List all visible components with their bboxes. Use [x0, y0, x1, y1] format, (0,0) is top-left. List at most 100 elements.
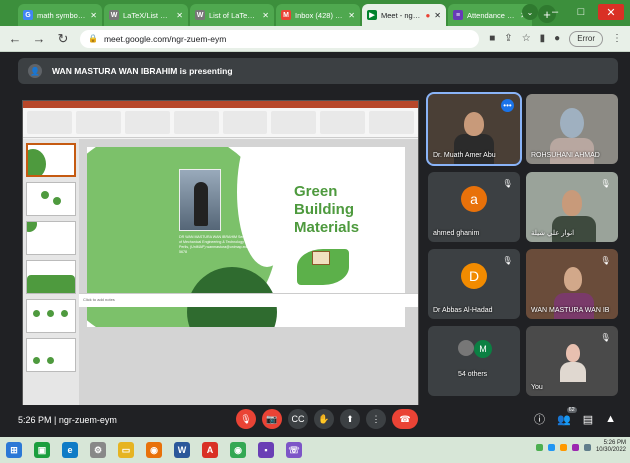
- close-tab-icon[interactable]: ✕: [348, 11, 355, 20]
- edge-icon[interactable]: e: [62, 442, 78, 458]
- app-icon[interactable]: ▪: [258, 442, 274, 458]
- tray-icon[interactable]: [571, 443, 579, 451]
- forms-icon: ≡: [453, 10, 463, 20]
- reload-icon[interactable]: ↻: [56, 31, 70, 47]
- profile-icon[interactable]: ●: [554, 33, 560, 44]
- chrome-alt-icon[interactable]: ◉: [230, 442, 246, 458]
- file-explorer-icon[interactable]: ▭: [118, 442, 134, 458]
- tray-icon[interactable]: [547, 443, 555, 451]
- tab-title: List of LaTeX mathemati: [209, 10, 258, 20]
- powerpoint-titlebar: [23, 101, 418, 108]
- address-bar-row: ← → ↻ 🔒 meet.google.com/ngr-zuem-eym ■ ⇪…: [0, 26, 630, 52]
- tab-title: Inbox (428) - alssuhar: [295, 10, 344, 20]
- activities-icon[interactable]: ▲: [605, 413, 616, 425]
- tab-title: Meet - ngr-zuem-: [381, 10, 422, 20]
- slide-canvas: DR WAN MASTURA WAN IBRAHIM Senior Lectur…: [79, 139, 418, 408]
- presenter-avatar-icon: 👤: [28, 64, 42, 78]
- browser-tab[interactable]: W LaTeX/List Structures ✕: [104, 4, 188, 26]
- slide-thumbnail[interactable]: [26, 260, 76, 294]
- chat-icon[interactable]: ▤: [583, 413, 593, 426]
- participant-name: ahmed ghanim: [433, 230, 480, 237]
- slide-thumbnail[interactable]: [26, 143, 76, 177]
- participant-tile[interactable]: D 🎙 Dr Abbas Al-Hadad: [428, 249, 520, 319]
- info-icon[interactable]: ⓘ: [534, 411, 545, 427]
- taskbar-clock[interactable]: 5:26 PM 10/30/2022: [596, 440, 626, 454]
- slide-thumbnail[interactable]: [26, 299, 76, 333]
- volume-icon[interactable]: [583, 443, 591, 451]
- slide-caption: DR WAN MASTURA WAN IBRAHIM Senior Lectur…: [179, 235, 276, 254]
- presenting-text: WAN MASTURA WAN IBRAHIM is presenting: [52, 66, 233, 76]
- slide-thumbnail[interactable]: [26, 182, 76, 216]
- back-arrow-icon[interactable]: ←: [8, 31, 22, 46]
- settings-icon[interactable]: ⚙: [90, 442, 106, 458]
- minimize-icon[interactable]: –: [546, 4, 564, 20]
- captions-button[interactable]: CC: [288, 409, 308, 429]
- meet-icon: ▶: [367, 10, 377, 20]
- browser-tab-active[interactable]: ▶ Meet - ngr-zuem- ● ✕: [362, 4, 446, 26]
- wikipedia-icon: W: [195, 10, 205, 20]
- browser-tab[interactable]: M Inbox (428) - alssuhar ✕: [276, 4, 360, 26]
- leave-call-button[interactable]: ☎: [392, 409, 418, 429]
- camera-icon[interactable]: ■: [489, 33, 495, 44]
- meet-stage: 👤 WAN MASTURA WAN IBRAHIM is presenting: [0, 52, 630, 437]
- slide-thumbnails: [23, 139, 79, 408]
- close-tab-icon[interactable]: ✕: [90, 11, 97, 20]
- tray-icon[interactable]: [559, 443, 567, 451]
- close-tab-icon[interactable]: ✕: [176, 11, 183, 20]
- tray-icon[interactable]: [535, 443, 543, 451]
- star-icon[interactable]: ☆: [522, 33, 531, 44]
- mic-toggle-button[interactable]: 🎙: [236, 409, 256, 429]
- error-button[interactable]: Error: [569, 30, 603, 47]
- close-window-icon[interactable]: ✕: [598, 4, 624, 20]
- participant-tile[interactable]: ROHSUHANI AHMAD: [526, 94, 618, 164]
- chrome-icon[interactable]: ◉: [146, 442, 162, 458]
- speaking-indicator-icon: •••: [501, 99, 514, 112]
- word-icon[interactable]: W: [174, 442, 190, 458]
- more-options-button[interactable]: ⋮: [366, 409, 386, 429]
- camera-toggle-button[interactable]: 📷: [262, 409, 282, 429]
- browser-tab[interactable]: ≡ Attendance Form for I ✕: [448, 4, 532, 26]
- window-controls: ⌄ – □ ✕: [522, 4, 624, 20]
- url-field[interactable]: 🔒 meet.google.com/ngr-zuem-eym: [80, 29, 480, 48]
- house-icon: [312, 251, 330, 265]
- participant-tile[interactable]: 🎙 WAN MASTURA WAN IB: [526, 249, 618, 319]
- maximize-icon[interactable]: □: [572, 4, 590, 20]
- menu-icon[interactable]: ⋮: [612, 33, 622, 44]
- present-button[interactable]: ⬆: [340, 409, 360, 429]
- tab-title: Attendance Form for I: [467, 10, 516, 20]
- mic-off-icon: 🎙: [600, 179, 611, 188]
- share-icon[interactable]: ⇪: [504, 33, 512, 44]
- others-count: 54 others: [458, 371, 488, 378]
- acrobat-icon[interactable]: A: [202, 442, 218, 458]
- forward-arrow-icon[interactable]: →: [32, 31, 46, 46]
- windows-start-icon[interactable]: ⊞: [6, 442, 22, 458]
- lock-icon: 🔒: [88, 34, 98, 43]
- others-tile[interactable]: M 54 others: [428, 326, 520, 396]
- participant-name: Dr Abbas Al-Hadad: [433, 307, 493, 314]
- participant-tile[interactable]: a 🎙 ahmed ghanim: [428, 172, 520, 242]
- meeting-code: ngr-zuem-eym: [58, 415, 117, 425]
- close-tab-icon[interactable]: ✕: [434, 11, 441, 20]
- close-tab-icon[interactable]: ✕: [262, 11, 269, 20]
- browser-tab[interactable]: W List of LaTeX mathemati ✕: [190, 4, 274, 26]
- people-count-badge: 62: [566, 406, 577, 413]
- mic-off-icon: 🎙: [502, 256, 513, 265]
- meet-control-bar: 5:26 PM | ngr-zuem-eym 🎙 📷 CC ✋ ⬆ ⋮ ☎ ⓘ …: [0, 405, 630, 437]
- self-tile[interactable]: 🎙 You: [526, 326, 618, 396]
- viber-icon[interactable]: ☏: [286, 442, 302, 458]
- tab-search-icon[interactable]: ⌄: [522, 4, 538, 20]
- store-icon[interactable]: ▣: [34, 442, 50, 458]
- mic-off-icon: 🎙: [600, 256, 611, 265]
- people-icon[interactable]: 👥 62: [557, 406, 577, 426]
- slide-thumbnail[interactable]: [26, 338, 76, 372]
- browser-tab[interactable]: G math symbols latex - G ✕: [18, 4, 102, 26]
- slide-thumbnail[interactable]: [26, 221, 76, 255]
- sidebar-icon[interactable]: ▮: [540, 33, 546, 44]
- raise-hand-button[interactable]: ✋: [314, 409, 334, 429]
- avatar: a: [461, 186, 487, 212]
- participant-tile[interactable]: 🎙 انوار علي شيلة: [526, 172, 618, 242]
- notes-pane[interactable]: Click to add notes: [79, 293, 418, 307]
- participant-thumb: [458, 340, 474, 356]
- mic-off-icon: 🎙: [502, 179, 513, 188]
- participant-tile[interactable]: ••• Dr. Muath Amer Abu: [426, 92, 522, 166]
